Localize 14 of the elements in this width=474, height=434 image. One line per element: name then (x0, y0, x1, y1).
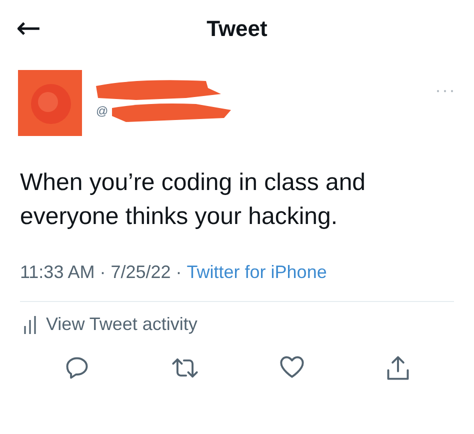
reply-icon[interactable] (64, 355, 90, 381)
page-title: Tweet (206, 16, 268, 41)
view-activity-button[interactable]: View Tweet activity (0, 302, 218, 335)
tweet-text: When you’re coding in class and everyone thinks your hacking. (19, 168, 367, 232)
separator: · (176, 262, 182, 283)
share-icon[interactable] (386, 355, 410, 381)
source-link[interactable]: Twitter for iPhone (186, 262, 327, 283)
user-handle: @ (96, 104, 108, 118)
back-button[interactable]: ← (16, 14, 42, 44)
tweet-time: 11:33 AM (20, 262, 95, 283)
tweet-date: 7/25/22 (110, 262, 171, 283)
separator: · (100, 262, 106, 283)
heart-icon[interactable] (279, 355, 306, 379)
bar-chart-icon (24, 316, 36, 334)
